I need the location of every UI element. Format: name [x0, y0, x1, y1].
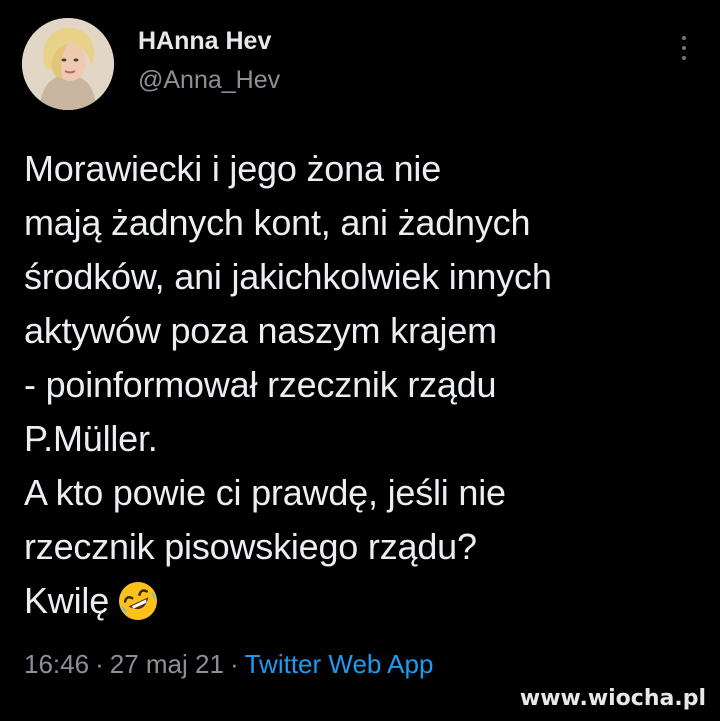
tweet-text-line: Morawiecki i jego żona nie: [24, 148, 442, 189]
avatar[interactable]: [22, 18, 114, 110]
rofl-emoji-icon: [117, 580, 159, 637]
tweet-text-line: mają żadnych kont, ani żadnych: [24, 202, 531, 243]
tweet-time[interactable]: 16:46: [24, 649, 89, 679]
tweet-text-line: A kto powie ci prawdę, jeśli nie: [24, 472, 506, 513]
tweet-text-last-line: Kwilę: [24, 574, 684, 637]
watermark: www.wiocha.pl: [519, 686, 706, 711]
tweet-meta: 16:46 · 27 maj 21 · Twitter Web App: [24, 648, 433, 680]
tweet-text-line: aktywów poza naszym krajem: [24, 310, 497, 351]
more-vertical-icon[interactable]: [678, 36, 690, 60]
tweet-text-line: P.Müller.: [24, 418, 158, 459]
handle[interactable]: @Anna_Hev: [138, 64, 280, 96]
tweet-date[interactable]: 27 maj 21: [110, 649, 224, 679]
tweet-header: HAnna Hev @Anna_Hev: [22, 18, 280, 110]
display-name[interactable]: HAnna Hev: [138, 26, 280, 56]
tweet-card: HAnna Hev @Anna_Hev Morawiecki i jego żo…: [0, 0, 720, 721]
tweet-text-line: rzecznik pisowskiego rządu?: [24, 526, 477, 567]
tweet-text: Morawiecki i jego żona nie mają żadnych …: [24, 142, 684, 637]
meta-separator: ·: [95, 649, 104, 679]
tweet-text-line: środków, ani jakichkolwiek innych: [24, 256, 552, 297]
tweet-text-line: Kwilę: [24, 580, 110, 621]
meta-separator: ·: [229, 649, 239, 679]
author-names: HAnna Hev @Anna_Hev: [138, 26, 280, 96]
tweet-text-line: - poinformował rzecznik rządu: [24, 364, 497, 405]
source-link[interactable]: Twitter Web App: [245, 649, 434, 679]
